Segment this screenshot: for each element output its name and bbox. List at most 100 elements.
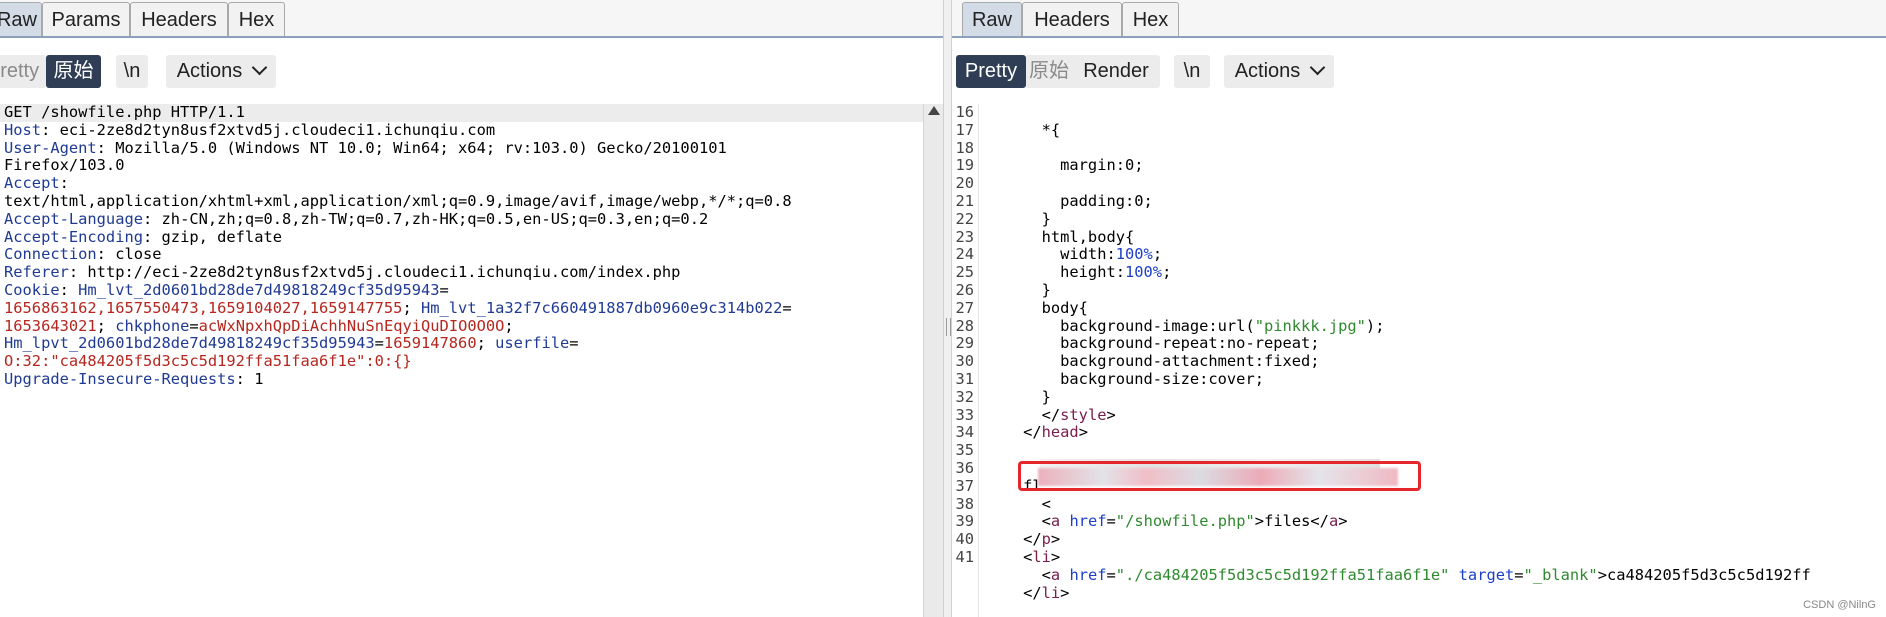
response-line: margin:0;: [986, 156, 1886, 175]
code-token: <: [986, 494, 1051, 513]
code-token: >: [1050, 547, 1061, 566]
code-token: padding:0;: [986, 191, 1153, 210]
request-line: O:32:"ca484205f5d3c5c5d192ffa51faa6f1e":…: [0, 352, 943, 371]
code-token: "./ca484205f5d3c5c5d192ffa51faa6f1e": [1115, 565, 1450, 584]
line-number: [952, 602, 978, 617]
request-raw-button[interactable]: 原始: [46, 55, 101, 88]
request-tab-headers[interactable]: Headers: [130, 2, 228, 36]
response-line: </head>: [986, 423, 1886, 442]
request-line: Host: eci-2ze8d2tyn8usf2xtvd5j.cloudeci1…: [0, 120, 943, 140]
request-tabbar: Raw Params Headers Hex: [0, 0, 943, 38]
code-token: background-size:cover;: [986, 369, 1264, 388]
code-token: li: [1032, 547, 1051, 566]
line-number: 38: [955, 494, 974, 513]
response-line: [986, 442, 1886, 460]
code-token: 1656863162,1657550473,1659104027,1659147…: [4, 298, 403, 317]
code-token: =: [374, 334, 384, 353]
response-tab-raw[interactable]: Raw: [962, 2, 1022, 36]
code-token: 1659147860: [383, 334, 477, 353]
code-token: : http://eci-2ze8d2tyn8usf2xtvd5j.cloude…: [68, 263, 681, 282]
line-number: 28: [955, 316, 974, 335]
code-token: =: [189, 316, 199, 335]
code-token: Host: [4, 120, 42, 139]
line-number: 29: [955, 334, 974, 353]
line-number: 25: [955, 263, 974, 282]
code-token: }: [986, 387, 1051, 406]
code-token: width:: [986, 245, 1116, 264]
response-line: }: [986, 210, 1886, 229]
line-number: 39: [955, 512, 974, 531]
response-line: [986, 140, 1886, 158]
code-token: O:32:"ca484205f5d3c5c5d192ffa51faa6f1e":…: [4, 352, 412, 371]
code-token: *{: [986, 120, 1061, 139]
request-pretty-button[interactable]: Pretty: [0, 55, 46, 88]
code-token: background-image:url(: [986, 316, 1255, 335]
code-token: 100%: [1125, 263, 1163, 282]
response-tab-headers[interactable]: Headers: [1022, 2, 1122, 36]
drag-grip-icon[interactable]: [946, 318, 951, 336]
code-token: : 1: [235, 369, 264, 388]
request-tab-raw[interactable]: Raw: [0, 2, 42, 36]
code-token: background-repeat:no-repeat;: [986, 334, 1320, 353]
code-token: a: [1050, 565, 1061, 584]
response-tab-hex[interactable]: Hex: [1122, 2, 1179, 36]
scroll-up-arrow-icon[interactable]: [928, 106, 940, 115]
code-token: target: [1458, 565, 1515, 584]
request-line: Accept:: [0, 174, 943, 193]
code-token: >ca484205f5d3c5c5d192ff: [1597, 565, 1811, 584]
line-number: 34: [955, 423, 974, 442]
request-line: Cookie: Hm_lvt_2d0601bd28de7d49818249cf3…: [0, 280, 943, 300]
response-editor[interactable]: 16 17 18 19 20 21 22 23 24 25 26 27 28 29 30 31 32 33 34 35…: [952, 103, 1886, 617]
response-line: width:100%;: [986, 245, 1886, 264]
line-number: 35: [955, 441, 974, 460]
code-token: =: [439, 280, 449, 299]
code-token: ;: [96, 316, 116, 335]
code-token: html,body{: [986, 227, 1135, 246]
code-token: "pinkkk.jpg": [1254, 316, 1366, 335]
request-scrollbar[interactable]: [923, 104, 943, 617]
response-line: <a href="./ca484205f5d3c5c5d192ffa51faa6…: [986, 565, 1886, 585]
request-actions-button[interactable]: Actions: [166, 55, 276, 88]
response-line: [986, 175, 1886, 193]
code-token: Cookie: [4, 280, 60, 299]
line-number: [952, 567, 978, 585]
request-line: Accept-Language: zh-CN,zh;q=0.8,zh-TW;q=…: [0, 210, 943, 229]
response-render-button[interactable]: Render: [1072, 55, 1160, 88]
code-token: acWxNpxhQpDiAchhNuSnEqyiQuDIO0O0O: [198, 316, 505, 335]
response-line: padding:0;: [986, 191, 1886, 211]
line-number: 17: [955, 120, 974, 139]
code-token: text/html,application/xhtml+xml,applicat…: [4, 191, 792, 210]
request-tab-hex[interactable]: Hex: [228, 2, 285, 36]
request-editor[interactable]: GET /showfile.php HTTP/1.1 Host: eci-2ze8…: [0, 103, 943, 617]
request-line: Firefox/103.0: [0, 156, 943, 175]
response-line: background-size:cover;: [986, 369, 1886, 389]
code-token: Accept: [4, 174, 60, 193]
code-token: Referer: [4, 263, 69, 282]
response-pretty-button[interactable]: Pretty: [956, 55, 1026, 88]
response-actions-button[interactable]: Actions: [1224, 55, 1334, 88]
line-number: 23: [955, 227, 974, 246]
code-token: </: [986, 423, 1042, 442]
line-number: 26: [955, 280, 974, 299]
code-token: :: [59, 280, 79, 299]
code-token: <: [986, 547, 1033, 566]
request-line: 1656863162,1657550473,1659104027,1659147…: [0, 298, 943, 318]
pane-divider[interactable]: [943, 0, 952, 617]
request-tab-params[interactable]: Params: [42, 2, 130, 36]
line-number: 16: [955, 103, 974, 121]
code-token: >: [1060, 583, 1070, 602]
code-token: GET /showfile.php HTTP/1.1: [4, 103, 245, 121]
request-pane: Raw Params Headers Hex Pretty 原始 \n Acti…: [0, 0, 943, 617]
code-token: body{: [986, 298, 1088, 317]
code-token: ;: [1162, 263, 1172, 282]
request-newline-button[interactable]: \n: [116, 55, 148, 88]
response-line: </p>: [986, 530, 1886, 549]
code-token: ;: [476, 334, 496, 353]
line-number: 32: [955, 387, 974, 406]
code-token: Connection: [4, 245, 97, 264]
code-token: href: [1069, 512, 1107, 531]
code-token: >files</: [1254, 512, 1329, 531]
code-token: =: [1106, 512, 1116, 531]
response-newline-button[interactable]: \n: [1174, 55, 1210, 88]
response-raw-button[interactable]: 原始: [1026, 55, 1072, 88]
